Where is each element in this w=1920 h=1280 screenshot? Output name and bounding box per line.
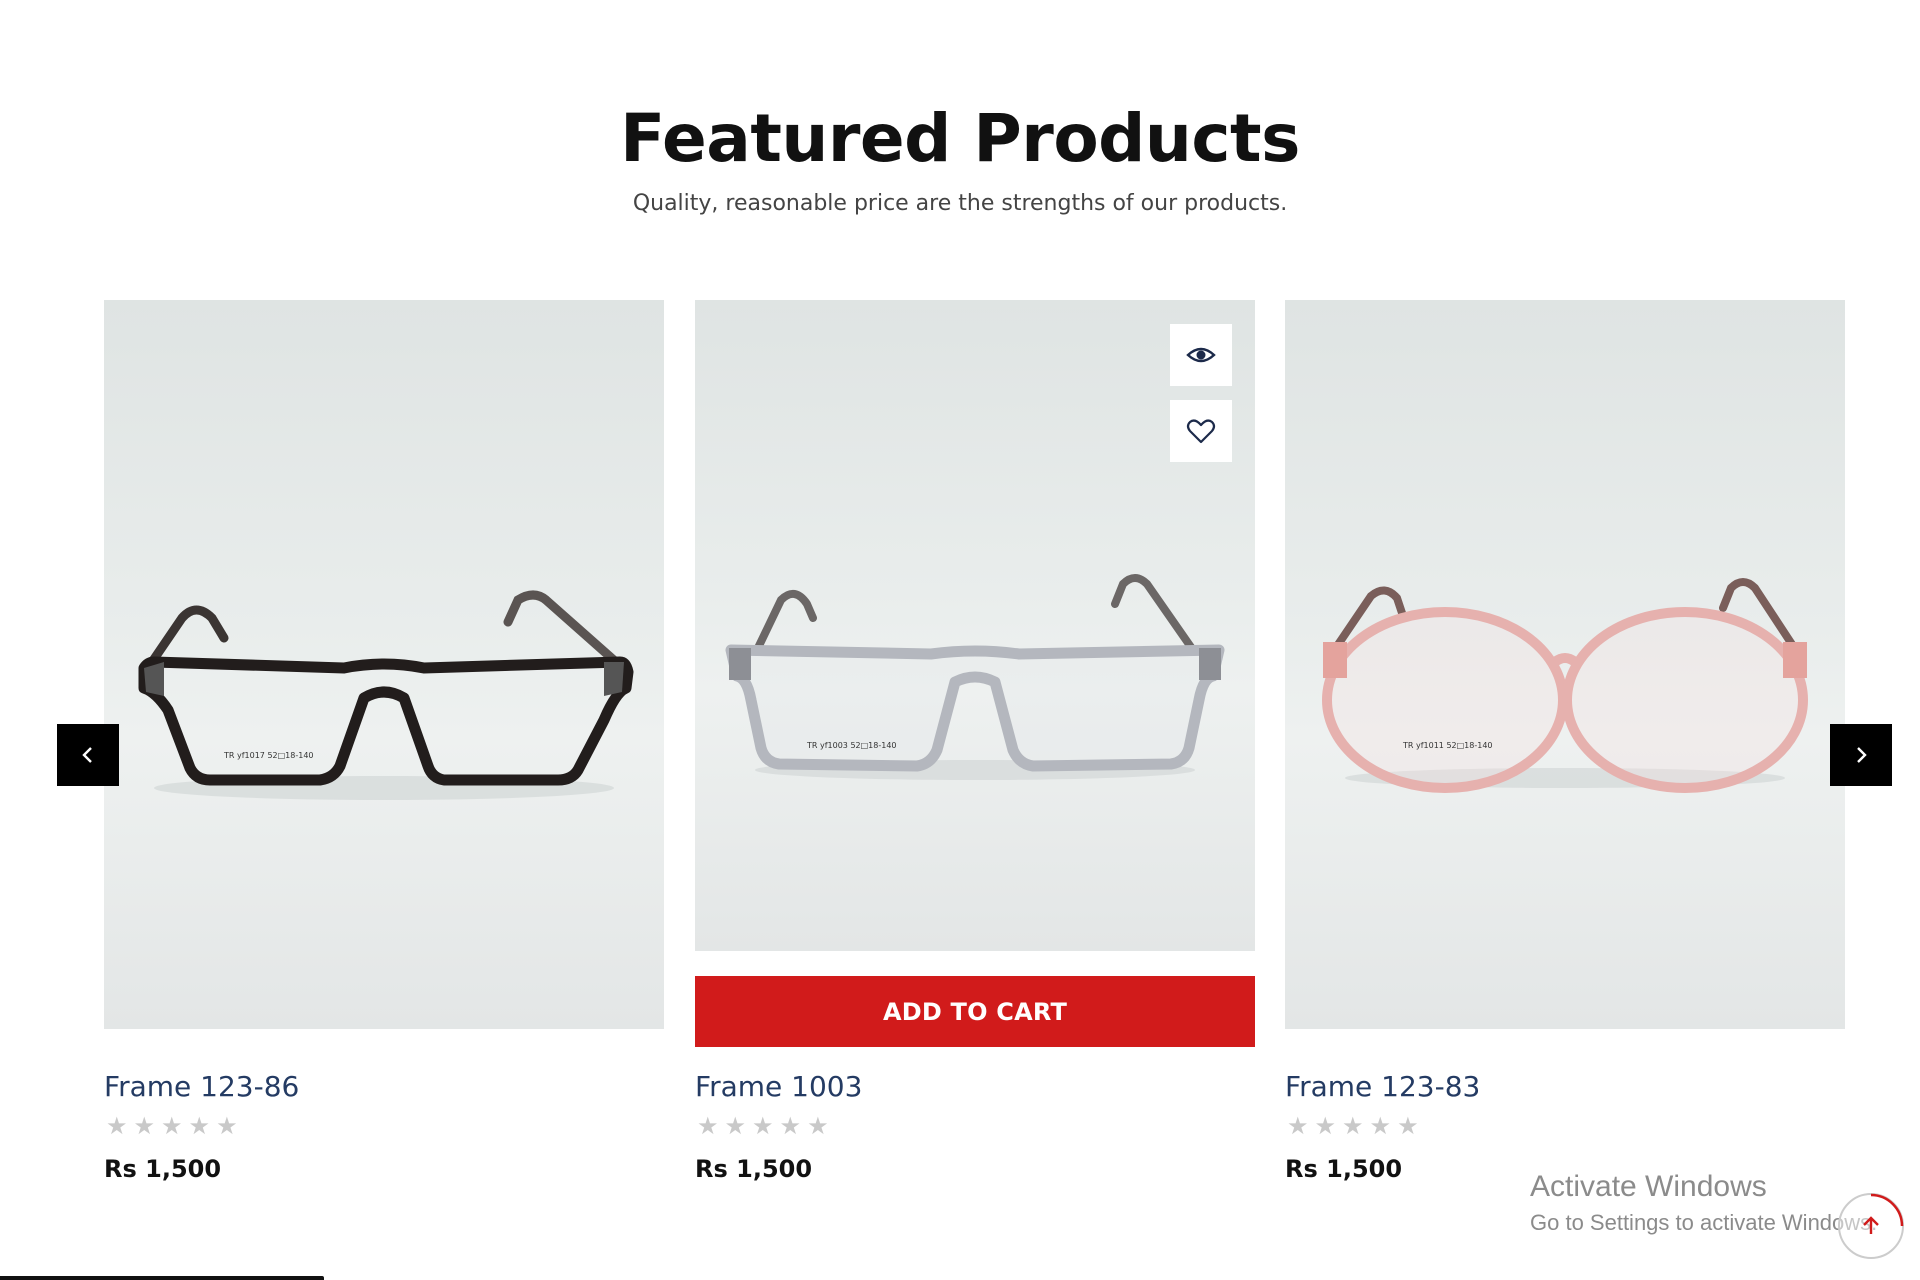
- star-icon: ★: [697, 1113, 719, 1140]
- product-price: Rs 1,500: [104, 1155, 222, 1183]
- product-image[interactable]: TR yf1003 52□18-140: [695, 300, 1255, 951]
- star-icon: ★: [1287, 1113, 1309, 1140]
- chevron-right-icon: [1857, 747, 1867, 763]
- carousel-next-button[interactable]: [1830, 724, 1892, 786]
- star-icon: ★: [161, 1113, 183, 1140]
- glasses-image: TR yf1003 52□18-140: [725, 574, 1225, 780]
- product-image[interactable]: TR yf1017 52□18-140: [104, 300, 664, 1029]
- star-icon: ★: [188, 1113, 211, 1140]
- eye-icon: [1186, 347, 1216, 363]
- section-title: Featured Products: [620, 100, 1300, 177]
- star-icon: ★: [106, 1113, 128, 1140]
- add-to-cart-button[interactable]: ADD TO CART: [695, 976, 1255, 1047]
- star-icon: ★: [779, 1113, 802, 1140]
- product-image[interactable]: TR yf1011 52□18-140: [1285, 300, 1845, 1029]
- star-icon: ★: [752, 1113, 774, 1140]
- glasses-image: TR yf1017 52□18-140: [138, 590, 634, 800]
- bottom-bar: [0, 1276, 324, 1280]
- star-icon: ★: [724, 1113, 747, 1140]
- lens-label: TR yf1011 52□18-140: [1402, 741, 1493, 750]
- scroll-to-top-button[interactable]: [1838, 1193, 1904, 1259]
- star-icon: ★: [1314, 1113, 1337, 1140]
- product-card[interactable]: TR yf1003 52□18-140 ADD TO CART Frame 10…: [695, 300, 1255, 1183]
- lens-label: TR yf1017 52□18-140: [223, 751, 314, 760]
- quick-view-button[interactable]: [1170, 324, 1232, 386]
- scroll-progress-ring: [1870, 1193, 1904, 1227]
- rating-stars: ★ ★ ★ ★ ★: [106, 1115, 238, 1139]
- rating-stars: ★ ★ ★ ★ ★: [697, 1115, 829, 1139]
- product-name[interactable]: Frame 1003: [695, 1070, 862, 1103]
- glasses-image: TR yf1011 52□18-140: [1322, 578, 1808, 793]
- star-icon: ★: [1342, 1113, 1364, 1140]
- activate-windows-title: Activate Windows: [1530, 1170, 1767, 1203]
- product-name[interactable]: Frame 123-83: [1285, 1070, 1480, 1103]
- star-icon: ★: [1369, 1113, 1392, 1140]
- product-card[interactable]: TR yf1011 52□18-140 Frame 123-83 ★ ★ ★ ★ ★ R…: [1285, 300, 1845, 1183]
- wishlist-button[interactable]: [1170, 400, 1232, 462]
- activate-windows-subtitle: Go to Settings to activate Windows.: [1530, 1210, 1878, 1235]
- star-icon: ★: [1397, 1113, 1419, 1140]
- product-price: Rs 1,500: [1285, 1155, 1403, 1183]
- heart-icon: [1186, 419, 1216, 444]
- section-subtitle: Quality, reasonable price are the streng…: [632, 191, 1288, 216]
- carousel-prev-button[interactable]: [57, 724, 119, 786]
- star-icon: ★: [133, 1113, 156, 1140]
- product-card[interactable]: TR yf1017 52□18-140 Frame 123-86 ★ ★ ★ ★ ★ R…: [104, 300, 664, 1183]
- chevron-left-icon: [82, 747, 92, 763]
- product-price: Rs 1,500: [695, 1155, 813, 1183]
- rating-stars: ★ ★ ★ ★ ★: [1287, 1115, 1419, 1139]
- lens-label: TR yf1003 52□18-140: [806, 741, 897, 750]
- star-icon: ★: [216, 1113, 238, 1140]
- product-name[interactable]: Frame 123-86: [104, 1070, 299, 1103]
- star-icon: ★: [807, 1113, 829, 1140]
